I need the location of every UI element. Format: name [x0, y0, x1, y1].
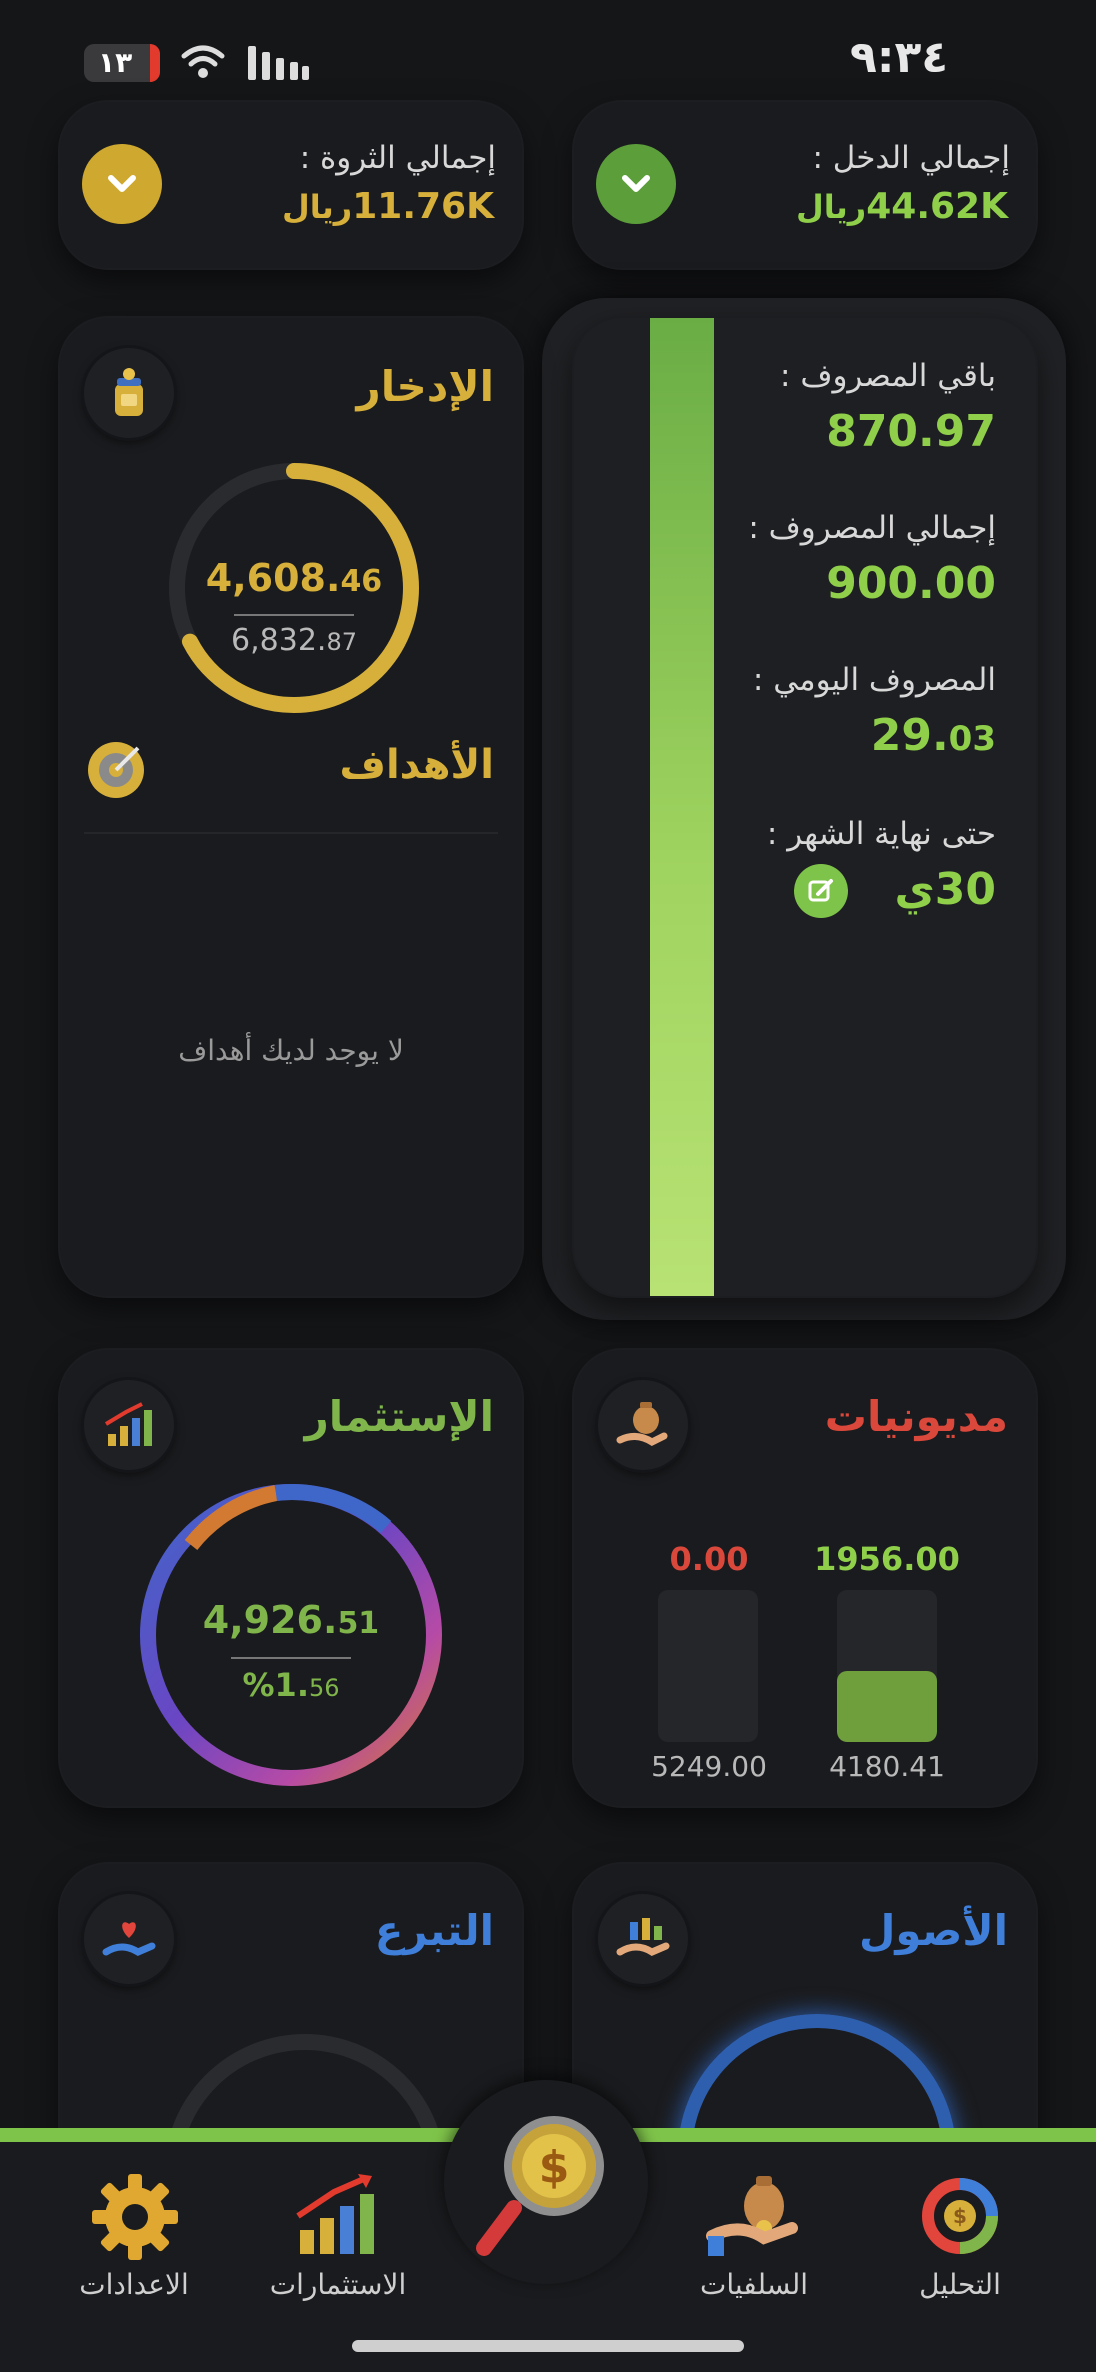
nav-settings[interactable]: الاعدادات: [34, 2158, 234, 2308]
savings-title: الإدخار: [356, 362, 494, 411]
savings-target: 6,832.87: [231, 623, 357, 658]
svg-text:$: $: [953, 2204, 967, 2228]
battery-level: ١٣: [98, 46, 133, 79]
edit-button[interactable]: [794, 864, 848, 918]
money-bag-hand-icon: [616, 1402, 668, 1447]
status-bar: ٩:٣٤ ١٣: [0, 0, 1096, 110]
debts-title: مديونيات: [824, 1392, 1008, 1441]
loans-hand-bag-icon: [706, 2176, 798, 2256]
savings-icon-button[interactable]: [84, 348, 174, 438]
savings-current: 4,608.46: [205, 556, 383, 600]
wifi-icon: [180, 44, 226, 84]
income-currency: ريال: [796, 188, 867, 226]
debt-bar-1-fill: [837, 1670, 937, 1742]
wealth-expand-button[interactable]: [82, 144, 162, 224]
investment-title: الإستثمار: [304, 1392, 494, 1441]
status-time: ٩:٣٤: [850, 32, 949, 83]
goals-title: الأهداف: [339, 742, 494, 788]
piggy-jar-icon: [115, 368, 143, 416]
investment-icon-button[interactable]: [84, 1380, 174, 1470]
total-spend-label: إجمالي المصروف :: [748, 510, 996, 546]
income-expand-button[interactable]: [596, 144, 676, 224]
chevron-down-icon: [622, 175, 650, 192]
nav-settings-label: الاعدادات: [79, 2268, 189, 2301]
total-income-card[interactable]: إجمالي الدخل : 44.62Kريال: [574, 102, 1036, 268]
money-search-icon: $: [476, 2116, 604, 2256]
wealth-currency: ريال: [282, 188, 353, 226]
nav-analysis-label: التحليل: [919, 2268, 1001, 2301]
nav-loans-label: السلفيات: [699, 2268, 809, 2301]
investment-card[interactable]: الإستثمار 4,926.51 %1.56: [60, 1350, 522, 1806]
donation-icon-button[interactable]: [84, 1894, 174, 1984]
debt-bar-2: [658, 1590, 758, 1742]
edit-icon: [808, 879, 833, 902]
nav-analysis[interactable]: $ التحليل: [860, 2158, 1060, 2308]
search-fab-button[interactable]: $: [444, 2080, 648, 2284]
debts-icon-button[interactable]: [598, 1380, 688, 1470]
debt-bar-2-bottom: 5249.00: [651, 1750, 767, 1783]
investments-chart-icon: [296, 2174, 374, 2254]
assets-title: الأصول: [858, 1906, 1008, 1955]
total-wealth-card[interactable]: إجمالي الثروة : 11.76Kريال: [60, 102, 522, 268]
settings-gear-icon: [92, 2174, 178, 2260]
debt-bar-2-top: 0.00: [669, 1540, 749, 1578]
nav-investments-label: الاستثمارات: [269, 2268, 407, 2301]
chevron-down-icon: [108, 175, 136, 192]
budget-card[interactable]: باقي المصروف : 870.97 إجمالي المصروف : 9…: [574, 318, 1036, 1296]
debt-bar-1: [837, 1590, 937, 1742]
assets-icon-button[interactable]: [598, 1894, 688, 1984]
debt-bar-1-top: 1956.00: [814, 1540, 960, 1578]
month-end-value: 30ي: [894, 864, 996, 915]
savings-divider: [234, 614, 354, 616]
signal-icon: [246, 42, 310, 86]
svg-text:$: $: [539, 2142, 570, 2193]
wealth-value: 11.76K: [352, 186, 494, 227]
daily-spend-value: 29.03: [870, 710, 996, 761]
chart-up-icon: [104, 1402, 152, 1446]
income-label: إجمالي الدخل :: [812, 140, 1010, 176]
income-value-row: 44.62Kريال: [796, 186, 1008, 227]
wealth-label: إجمالي الثروة :: [299, 140, 496, 176]
investment-divider: [231, 1657, 351, 1659]
goals-empty-text: لا يوجد لديك أهداف: [178, 1034, 404, 1067]
nav-investments[interactable]: الاستثمارات: [238, 2158, 438, 2308]
goals-icon: [84, 738, 148, 806]
month-end-label: حتى نهاية الشهر :: [766, 816, 996, 852]
income-value: 44.62K: [866, 186, 1008, 227]
debts-card[interactable]: مديونيات 1956.00 4180.41 0.00 5249.00: [574, 1350, 1036, 1806]
budget-progress-bar: [650, 318, 714, 1296]
daily-spend-label: المصروف اليومي :: [752, 662, 996, 698]
debt-bar-1-bottom: 4180.41: [829, 1750, 945, 1783]
battery-icon: ١٣: [84, 44, 160, 82]
goals-divider: [84, 832, 498, 834]
remaining-value: 870.97: [826, 406, 996, 457]
remaining-label: باقي المصروف :: [780, 358, 996, 394]
investment-value: 4,926.51: [202, 1598, 380, 1642]
home-indicator: [352, 2340, 744, 2352]
total-spend-value: 900.00: [826, 558, 996, 609]
savings-card[interactable]: الإدخار 4,608.46 6,832.87 الأهداف لا يوج…: [60, 318, 522, 1296]
heart-hand-icon: [102, 1922, 156, 1956]
donation-title: التبرع: [374, 1906, 494, 1955]
assets-hand-icon: [616, 1918, 670, 1956]
analysis-donut-icon: $: [922, 2178, 998, 2254]
nav-loans[interactable]: السلفيات: [654, 2158, 854, 2308]
wealth-value-row: 11.76Kريال: [282, 186, 494, 227]
investment-percent: %1.56: [242, 1666, 340, 1704]
